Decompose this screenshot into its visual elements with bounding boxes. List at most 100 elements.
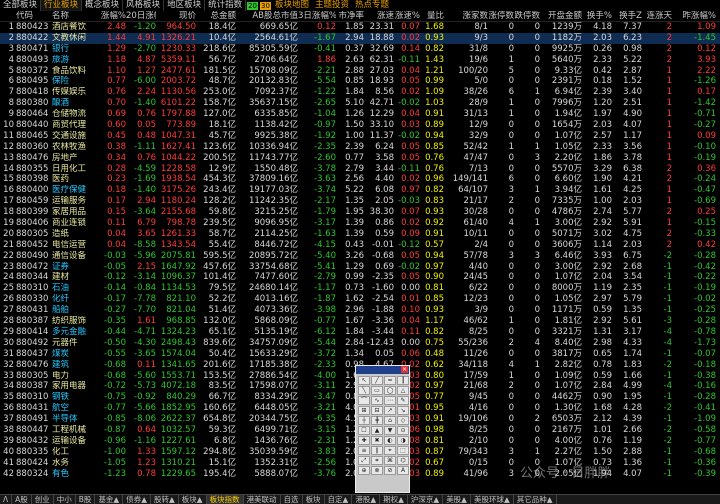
drawing-tool-icon[interactable]: ┼: [358, 416, 370, 425]
drawing-tool-icon[interactable]: ⊙: [397, 426, 409, 435]
table-row[interactable]: 22 880490 通信设备 -0.03 -5.96 2075.81 595.5亿 20895…: [0, 251, 720, 262]
market-tab-2[interactable]: 创业: [32, 495, 54, 504]
market-tab-12[interactable]: 板块: [303, 495, 325, 504]
column-header[interactable]: 换手%: [582, 11, 612, 22]
column-header[interactable]: 涨停数: [488, 11, 514, 22]
table-row[interactable]: 12 880360 农林牧渔 0.38 -1.11 1627.41 123.6亿 10336.…: [0, 142, 720, 153]
column-header[interactable]: 总金额: [196, 11, 236, 22]
table-row[interactable]: 7 880418 传媒娱乐 0.76 2.24 1130.56 253.0亿 7092.37亿…: [0, 87, 720, 98]
column-header[interactable]: 换手Z: [612, 11, 642, 22]
column-header[interactable]: 3日涨幅%: [298, 11, 336, 22]
drawing-tool-icon[interactable]: ⬚: [397, 446, 409, 455]
table-row[interactable]: 24 880344 建材 -0.12 -3.14 1096.37 101.4亿 7477.60…: [0, 272, 720, 283]
table-row[interactable]: 25 880310 石油 -0.14 -0.84 1134.53 79.5亿 24680.14…: [0, 283, 720, 294]
drawing-tool-icon[interactable]: ▲: [371, 426, 383, 435]
table-row[interactable]: 15 880398 医药 0.23 -1.69 1938.54 454.3亿 37809.16…: [0, 174, 720, 185]
drawing-tool-icon[interactable]: ⌗: [371, 456, 383, 465]
column-header[interactable]: 名称: [52, 11, 96, 22]
market-tab-17[interactable]: 美股▲: [443, 495, 471, 504]
drawing-tool-icon[interactable]: ⊟: [371, 406, 383, 415]
drawing-tool-icon[interactable]: ∿: [371, 396, 383, 405]
table-row[interactable]: 1 880423 酒店餐饮 2.48 -1.20 964.50 18.4亿 669.65亿 0.…: [0, 22, 720, 33]
drawing-tool-icon[interactable]: ◐: [384, 436, 396, 445]
drawing-tool-icon[interactable]: ⌂: [384, 416, 396, 425]
drawing-tool-icon[interactable]: A: [397, 466, 409, 475]
market-tab-13[interactable]: 自定▲: [325, 495, 353, 504]
market-tab-1[interactable]: A股: [12, 495, 32, 504]
column-header[interactable]: 市净率: [336, 11, 364, 22]
market-tab-14[interactable]: 港股▲: [352, 495, 381, 504]
table-row[interactable]: 19 880406 商业连锁 0.11 6.79 798.78 239.5亿 9096.95亿…: [0, 218, 720, 229]
market-tab-10[interactable]: 港美联动: [244, 495, 281, 504]
column-header[interactable]: 涨幅%: [92, 11, 126, 22]
column-header[interactable]: 连涨天: [642, 11, 672, 22]
table-row[interactable]: 4 880493 旅游 1.18 4.87 5359.11 56.7亿 2706.64亿 1.8…: [0, 55, 720, 66]
market-tab-18[interactable]: 美股环球▲: [471, 495, 514, 504]
drawing-tool-icon[interactable]: ⊘: [384, 466, 396, 475]
drawing-tool-icon[interactable]: ◑: [397, 436, 409, 445]
drawing-tool-icon[interactable]: ⊕: [358, 466, 370, 475]
drawing-tool-icon[interactable]: ≡: [358, 446, 370, 455]
drawing-tool-icon[interactable]: ✚: [358, 436, 370, 445]
drawing-tool-palette[interactable]: × ↖ ╱ ━ ┃ ╲ ▭ ◯ △ ⌒ ∿ ⋯ ✎ ⊞ ⊟ ↗ ↘ ┼ ╋ ⌂ ◇ ☐ ▲ ▼ ⊙ ✚ ✖ ◐ ◑ ≡ ∥ ⌖ ⬚ ⤢ ⌗ ⌘ ⌬ ⊕ ⊗…: [355, 365, 410, 493]
market-tab-6[interactable]: 债券▲: [123, 495, 151, 504]
drawing-tool-icon[interactable]: ✖: [371, 436, 383, 445]
column-header[interactable]: 昨涨幅%: [672, 11, 716, 22]
close-icon[interactable]: ×: [401, 366, 408, 373]
table-row[interactable]: 16 880400 医疗保健 0.18 -1.40 3175.26 243.4亿 19177.…: [0, 185, 720, 196]
table-row[interactable]: 27 880431 船舶 -0.27 -7.70 821.04 51.4亿 4073.36亿 -…: [0, 305, 720, 316]
table-row[interactable]: 10 880440 商贸代理 0.60 0.05 773.89 18.1亿 1138.42亿 -…: [0, 120, 720, 131]
drawing-tool-icon[interactable]: ∥: [371, 446, 383, 455]
table-row[interactable]: 17 880459 运输服务 0.17 2.94 1180.24 128.2亿 11242.3…: [0, 196, 720, 207]
table-row[interactable]: 14 880355 日用化工 0.28 -4.59 1228.58 12.9亿 1550.48…: [0, 164, 720, 175]
drawing-tool-icon[interactable]: ╱: [371, 376, 383, 385]
table-row[interactable]: 31 880437 煤炭 -0.55 -3.65 1574.04 50.4亿 15633.29…: [0, 349, 720, 360]
table-row[interactable]: 5 880372 食品饮料 1.10 1.27 2477.61 181.5亿 15708.09…: [0, 66, 720, 77]
column-header[interactable]: 量比: [420, 11, 444, 22]
drawing-tool-icon[interactable]: ☐: [358, 426, 370, 435]
table-row[interactable]: 18 880399 家居用品 0.15 -3.64 2155.68 59.8亿 3215.25…: [0, 207, 720, 218]
column-header[interactable]: 跌停数: [514, 11, 540, 22]
drawing-tool-icon[interactable]: ◇: [397, 416, 409, 425]
table-row[interactable]: 11 880465 交通设施 0.45 0.48 1047.31 45.7亿 9925.38亿…: [0, 131, 720, 142]
drawing-tool-icon[interactable]: ⤢: [358, 456, 370, 465]
market-tab-8[interactable]: 板块▲: [179, 495, 207, 504]
drawing-tool-icon[interactable]: ✎: [397, 396, 409, 405]
table-row[interactable]: 26 880330 化纤 -0.17 -7.78 821.10 52.2亿 4013.16亿 -…: [0, 294, 720, 305]
drawing-tool-icon[interactable]: ⌖: [384, 446, 396, 455]
market-tab-3[interactable]: 中小: [54, 495, 76, 504]
drawing-tool-icon[interactable]: ⋯: [384, 396, 396, 405]
market-tab-5[interactable]: 基金▲: [95, 495, 124, 504]
column-header[interactable]: 开盘金额: [540, 11, 582, 22]
drawing-tool-icon[interactable]: △: [397, 386, 409, 395]
market-tab-0[interactable]: Λ: [0, 495, 13, 504]
drawing-tool-icon[interactable]: ⌬: [397, 456, 409, 465]
tab-1[interactable]: 行业板块: [41, 0, 83, 11]
drawing-tool-icon[interactable]: ▼: [384, 426, 396, 435]
tab-3[interactable]: 风格板块: [123, 0, 165, 11]
market-tab-4[interactable]: B股: [76, 495, 96, 504]
column-header[interactable]: 涨速: [364, 11, 394, 22]
drawing-tool-icon[interactable]: ╋: [371, 416, 383, 425]
drawing-tool-icon[interactable]: ┃: [397, 376, 409, 385]
column-header[interactable]: AB股总市值: [236, 11, 298, 22]
drawing-tool-icon[interactable]: ⊗: [371, 466, 383, 475]
tab-5[interactable]: 统计指数: [205, 0, 247, 11]
table-row[interactable]: 20 880305 造纸 0.04 3.65 1261.33 58.7亿 2114.25亿 -1…: [0, 229, 720, 240]
table-row[interactable]: 21 880452 电信运营 0.04 -8.58 1343.54 55.4亿 8446.72…: [0, 240, 720, 251]
market-tab-11[interactable]: 自选: [281, 495, 303, 504]
market-tab-7[interactable]: 股转▲: [151, 495, 179, 504]
table-row[interactable]: 9 880464 仓储物流 0.69 0.76 1797.88 127.0亿 6335.85亿…: [0, 109, 720, 120]
table-row[interactable]: 13 880476 房地产 0.34 0.76 1044.22 200.5亿 11743.77…: [0, 153, 720, 164]
drawing-tool-icon[interactable]: ⊞: [358, 406, 370, 415]
drawing-tool-icon[interactable]: ╲: [358, 386, 370, 395]
table-row[interactable]: 29 880414 多元金融 -0.44 -4.71 1324.23 65.1亿 5135.1…: [0, 327, 720, 338]
tab-4[interactable]: 地区板块: [164, 0, 206, 11]
drawing-tool-icon[interactable]: ⌒: [358, 396, 370, 405]
drawing-tool-icon[interactable]: ↖: [358, 376, 370, 385]
market-tab-9[interactable]: 板块指数: [206, 495, 244, 504]
column-header[interactable]: 20日涨幅%: [126, 11, 156, 22]
drawing-tool-icon[interactable]: ◯: [384, 386, 396, 395]
drawing-tool-icon[interactable]: ↘: [397, 406, 409, 415]
table-row[interactable]: 6 880495 保险 0.77 -6.00 2003.72 48.7亿 20132.83亿 -…: [0, 76, 720, 87]
